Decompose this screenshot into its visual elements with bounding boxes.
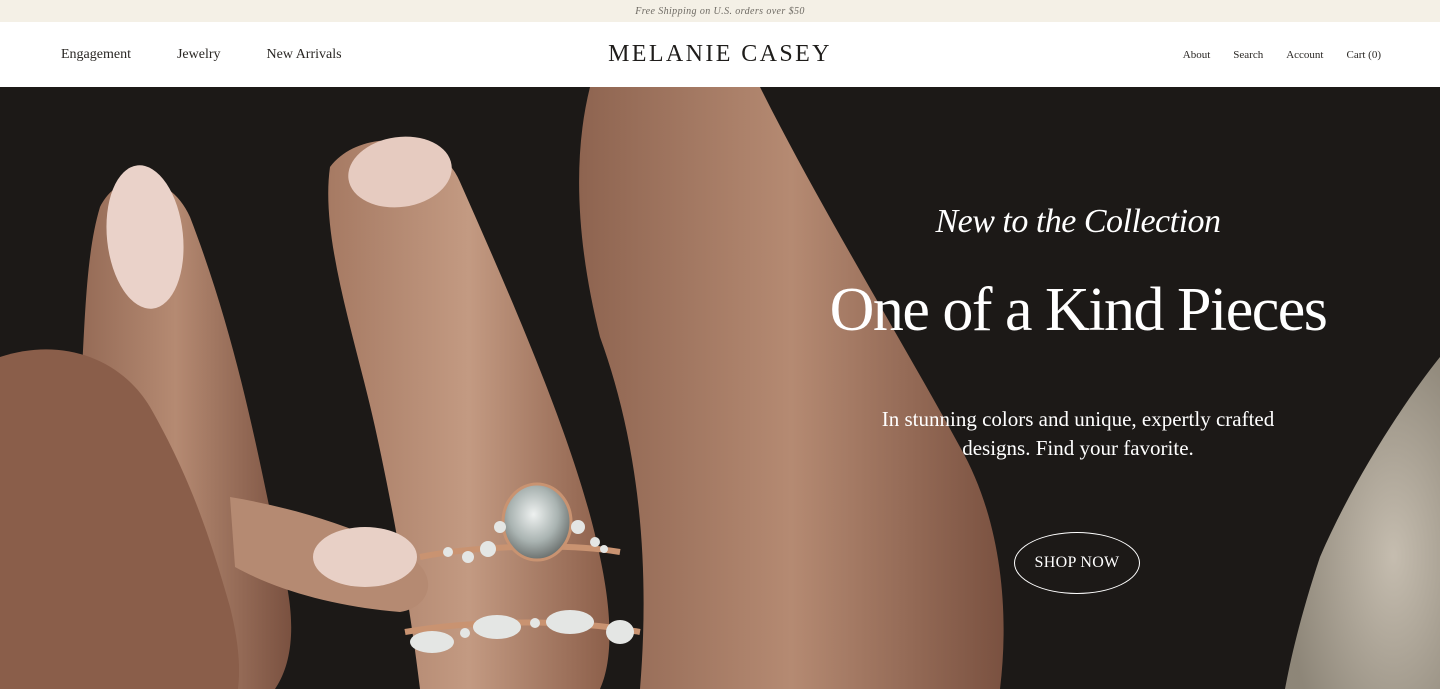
nav-search[interactable]: Search	[1233, 49, 1263, 61]
hero-headline: One of a Kind Pieces	[829, 276, 1328, 344]
shop-now-button[interactable]: SHOP NOW	[1014, 532, 1140, 594]
announcement-text: Free Shipping on U.S. orders over $50	[635, 5, 805, 17]
announcement-bar: Free Shipping on U.S. orders over $50	[0, 0, 1440, 22]
nav-cart[interactable]: Cart (0)	[1346, 49, 1381, 61]
nav-account[interactable]: Account	[1286, 49, 1323, 61]
utility-nav: About Search Account Cart (0)	[1160, 22, 1381, 87]
nav-about[interactable]: About	[1183, 49, 1211, 61]
hero-image	[0, 87, 1440, 689]
hero-banner: New to the Collection One of a Kind Piec…	[0, 87, 1440, 689]
hero-subtext: In stunning colors and unique, expertly …	[881, 407, 1275, 460]
site-header: Engagement Jewelry New Arrivals MELANIE …	[0, 22, 1440, 87]
hero-kicker: New to the Collection	[935, 203, 1221, 240]
